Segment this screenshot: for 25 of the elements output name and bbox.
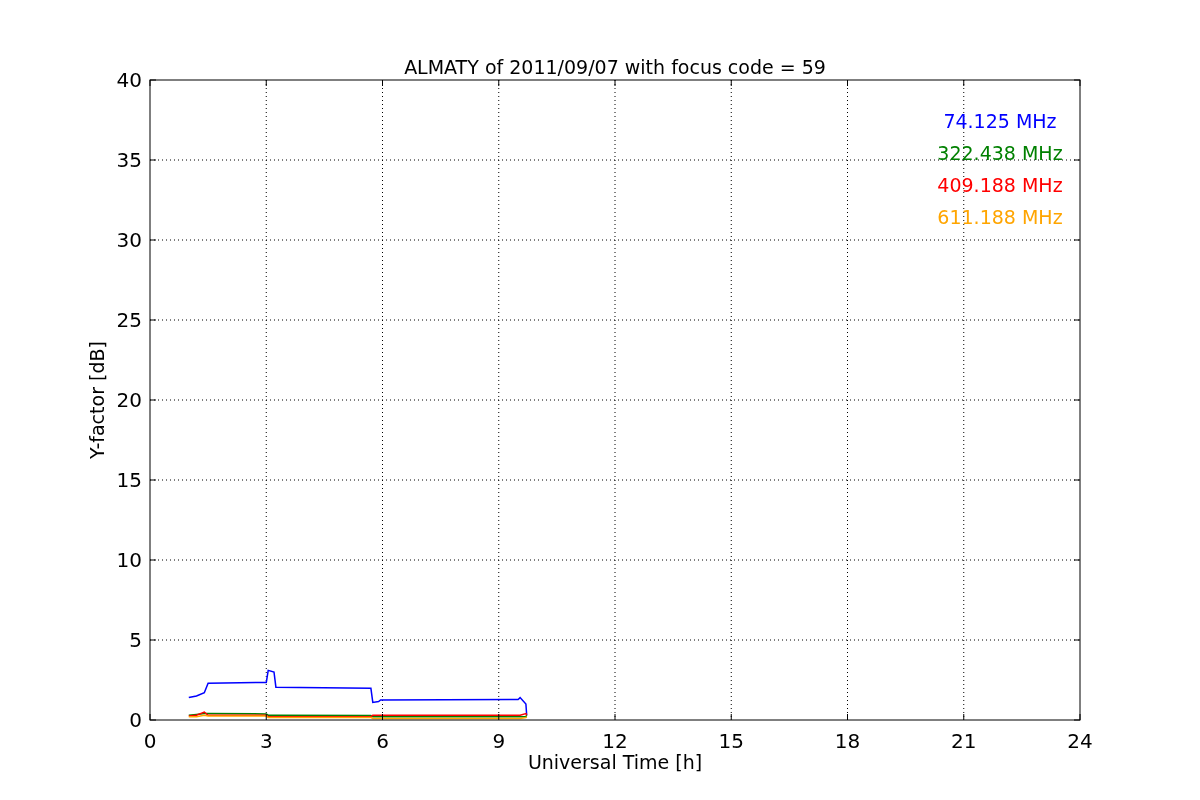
y-tick-label: 15 <box>116 468 142 492</box>
legend-label: 409.188 MHz <box>937 174 1063 196</box>
x-tick-label: 18 <box>834 729 861 753</box>
x-tick-label: 9 <box>492 729 506 753</box>
y-axis-label: Y-factor [dB] <box>86 341 108 459</box>
x-tick-label: 21 <box>951 729 977 753</box>
chart-title: ALMATY of 2011/09/07 with focus code = 59 <box>404 56 826 78</box>
y-tick-label: 40 <box>116 68 142 92</box>
x-tick-label: 12 <box>602 729 628 753</box>
x-tick-label: 15 <box>718 729 744 753</box>
y-tick-label: 30 <box>116 228 142 252</box>
y-tick-label: 20 <box>116 388 142 412</box>
y-tick-label: 25 <box>116 308 142 332</box>
x-axis-label: Universal Time [h] <box>527 751 703 773</box>
legend-label: 611.188 MHz <box>937 206 1063 228</box>
x-tick-label: 0 <box>143 729 157 753</box>
y-tick-label: 35 <box>116 148 142 172</box>
x-tick-label: 3 <box>259 729 273 753</box>
x-tick-label: 6 <box>376 729 389 753</box>
y-tick-label: 5 <box>129 628 142 652</box>
y-tick-label: 0 <box>129 708 142 732</box>
y-tick-label: 10 <box>116 548 142 572</box>
legend-label: 74.125 MHz <box>943 110 1057 132</box>
x-tick-label: 24 <box>1067 729 1093 753</box>
legend-label: 322.438 MHz <box>937 142 1063 164</box>
